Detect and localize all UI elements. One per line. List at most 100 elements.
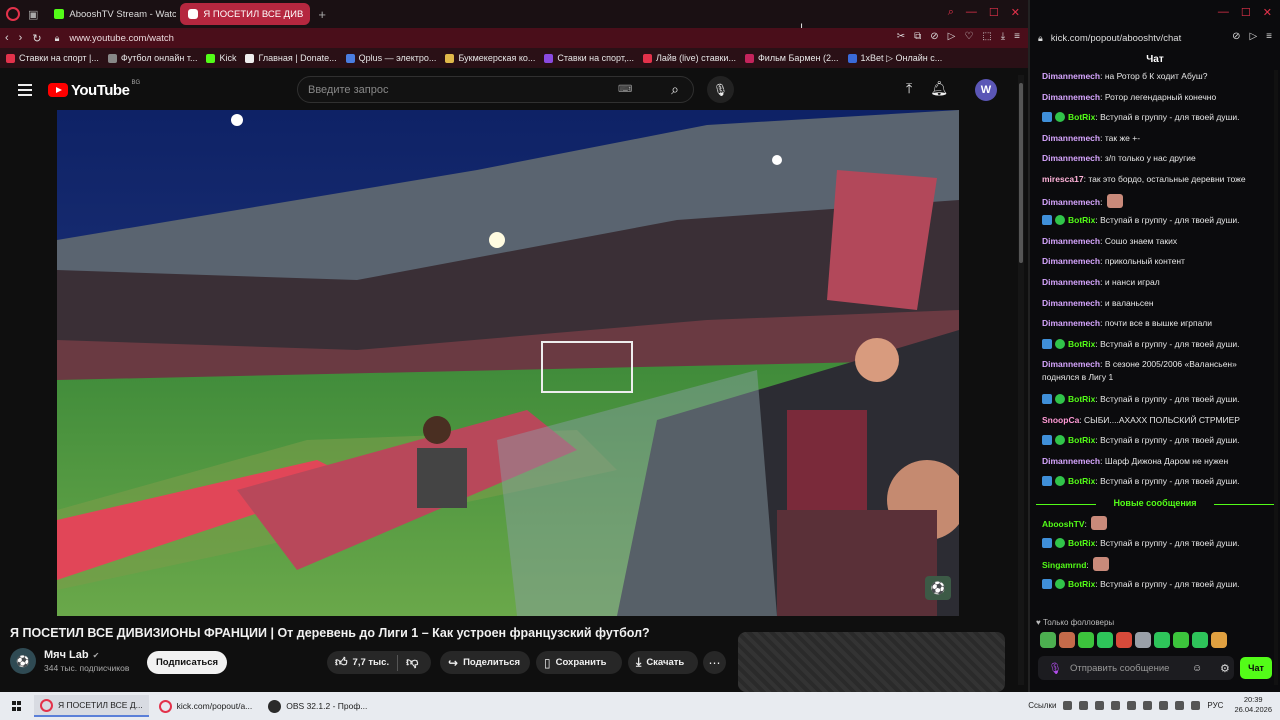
chat-message-input[interactable]	[1069, 662, 1188, 674]
minimize-icon[interactable]: —	[966, 6, 977, 19]
emote-icon[interactable]	[1040, 632, 1056, 648]
tab-kick-stream[interactable]: AbooshTV Stream - Watch	[46, 3, 176, 25]
hamburger-menu-icon[interactable]	[18, 84, 32, 96]
emote-icon[interactable]	[1078, 632, 1094, 648]
chat-username[interactable]: BotRix	[1068, 435, 1095, 445]
language-indicator[interactable]: РУС	[1207, 701, 1223, 710]
maximize-icon[interactable]: ☐	[1241, 6, 1251, 19]
minimize-icon[interactable]: —	[1218, 6, 1229, 19]
adblock-icon[interactable]: ⊘	[930, 31, 938, 42]
page-scrollbar[interactable]	[1018, 75, 1024, 685]
tray-app-icon[interactable]	[1079, 700, 1089, 710]
chat-username[interactable]: Dimannemech	[1042, 133, 1100, 143]
emote-icon[interactable]	[1211, 632, 1227, 648]
emote-icon[interactable]	[1059, 632, 1075, 648]
emote-icon[interactable]	[1116, 632, 1132, 648]
channel-watermark-icon[interactable]: ⚽	[925, 576, 951, 600]
close-icon[interactable]: ✕	[1263, 6, 1272, 19]
channel-avatar[interactable]: ⚽	[10, 648, 36, 674]
taskbar-item-youtube[interactable]: Я ПОСЕТИЛ ВСЕ Д...	[34, 695, 149, 717]
save-button[interactable]: ▯ Сохранить	[536, 651, 622, 674]
tray-app-icon[interactable]	[1159, 700, 1169, 710]
emote-icon[interactable]	[1135, 632, 1151, 648]
chat-message[interactable]: BotRix: Вступай в группу - для твоей душ…	[1042, 393, 1274, 406]
emoji-picker-icon[interactable]: ☺	[1192, 663, 1202, 674]
url-field[interactable]: www.youtube.com/watch	[69, 33, 174, 44]
chat-message[interactable]: Dimannemech: почти все в вышке игрпали	[1042, 317, 1274, 330]
download-button[interactable]: ⤓ Скачать	[628, 651, 698, 674]
chat-username[interactable]: BotRix	[1068, 538, 1095, 548]
tray-app-icon[interactable]	[1111, 700, 1121, 710]
emote-icon[interactable]	[1154, 632, 1170, 648]
chat-username[interactable]: Dimannemech	[1042, 236, 1100, 246]
chat-message[interactable]: BotRix: Вступай в группу - для твоей душ…	[1042, 537, 1274, 550]
chat-message[interactable]: BotRix: Вступай в группу - для твоей душ…	[1042, 338, 1274, 351]
thumbs-down-icon[interactable]: 👎︎	[406, 655, 418, 670]
chat-username[interactable]: BotRix	[1068, 579, 1095, 589]
emote-icon[interactable]	[1192, 632, 1208, 648]
chat-message[interactable]: Dimannemech: В сезоне 2005/2006 «Валансь…	[1042, 358, 1274, 384]
account-avatar[interactable]: W	[975, 79, 997, 101]
chat-username[interactable]: Dimannemech	[1042, 277, 1100, 287]
bookmark-item[interactable]: Kick	[206, 53, 236, 63]
tray-app-icon[interactable]	[1143, 700, 1153, 710]
links-toolbar[interactable]: Ссылки	[1028, 701, 1056, 710]
chat-username[interactable]: BotRix	[1068, 215, 1095, 225]
chat-username[interactable]: Dimannemech	[1042, 197, 1100, 207]
tab-youtube-video[interactable]: Я ПОСЕТИЛ ВСЕ ДИВ	[180, 3, 311, 25]
new-tab-plus-icon[interactable]: +	[318, 7, 326, 22]
video-player[interactable]: ⚽	[57, 110, 959, 616]
chat-messages[interactable]: Dimannemech: на Ротор б К ходит Абуш? Dim…	[1030, 70, 1280, 610]
chat-username[interactable]: BotRix	[1068, 394, 1095, 404]
chat-username[interactable]: Dimannemech	[1042, 318, 1100, 328]
chat-username[interactable]: SnoopCa	[1042, 415, 1079, 425]
bookmark-item[interactable]: Букмекерская ко...	[445, 53, 535, 63]
network-icon[interactable]	[1191, 700, 1201, 710]
chat-message[interactable]: Dimannemech: з/п только у нас другие	[1042, 152, 1274, 165]
keyboard-icon[interactable]: ⌨	[618, 84, 632, 95]
search-tabs-icon[interactable]: ⌕	[948, 6, 954, 19]
windows-start-icon[interactable]	[12, 701, 22, 711]
opera-logo-icon[interactable]	[6, 7, 20, 21]
close-icon[interactable]: ✕	[1011, 6, 1020, 19]
chat-message[interactable]: Dimannemech: и валаньсен	[1042, 297, 1274, 310]
bookmark-item[interactable]: Лайв (live) ставки...	[642, 53, 736, 63]
upload-icon[interactable]: ⤒	[906, 80, 912, 97]
more-actions-icon[interactable]: ⋯	[703, 651, 726, 674]
volume-icon[interactable]	[1175, 700, 1185, 710]
bookmark-item[interactable]: Главная | Donate...	[245, 53, 337, 63]
chat-message[interactable]: BotRix: Вступай в группу - для твоей душ…	[1042, 111, 1274, 124]
voice-search-button[interactable]: 🎙︎	[707, 76, 734, 103]
chat-username[interactable]: miresca17	[1042, 174, 1084, 184]
like-count[interactable]: 7,7 тыс.	[353, 657, 390, 668]
bookmark-item[interactable]: Ставки на спорт,...	[544, 53, 634, 63]
reload-icon[interactable]: ↻	[32, 32, 41, 45]
recommended-video-thumbnail[interactable]	[738, 632, 1005, 692]
chat-username[interactable]: Dimannemech	[1042, 153, 1100, 163]
chat-username[interactable]: BotRix	[1068, 339, 1095, 349]
send-icon[interactable]: ▷	[1249, 31, 1257, 42]
chat-username[interactable]: Dimannemech	[1042, 256, 1100, 266]
chat-username[interactable]: Dimannemech	[1042, 71, 1100, 81]
chat-message[interactable]: BotRix: Вступай в группу - для твоей душ…	[1042, 214, 1274, 227]
subscribe-button[interactable]: Подписаться	[147, 651, 227, 674]
chat-message[interactable]: BotRix: Вступай в группу - для твоей душ…	[1042, 475, 1274, 488]
chat-message[interactable]: miresca17: так это бордо, остальные дере…	[1042, 173, 1274, 186]
bookmark-item[interactable]: Ставки на спорт |...	[6, 53, 99, 63]
tray-app-icon[interactable]	[1127, 700, 1137, 710]
chat-username[interactable]: Dimannemech	[1042, 298, 1100, 308]
chat-username[interactable]: BotRix	[1068, 112, 1095, 122]
adblock-icon[interactable]: ⊘	[1232, 31, 1240, 42]
chat-message[interactable]: AbooshTV:	[1042, 516, 1274, 531]
new-messages-divider[interactable]: Новые сообщения	[1036, 498, 1274, 510]
emote-icon[interactable]	[1173, 632, 1189, 648]
back-icon[interactable]: ‹	[5, 32, 9, 44]
chat-message[interactable]: Dimannemech: Сошо знаем таких	[1042, 235, 1274, 248]
heart-icon[interactable]: ♡	[964, 31, 973, 42]
taskbar-item-obs[interactable]: OBS 32.1.2 - Проф...	[262, 695, 373, 717]
search-button[interactable]: ⌕	[657, 77, 693, 102]
menu-icon[interactable]: ≡	[1266, 31, 1272, 42]
channel-info[interactable]: ⚽ Мяч Lab ✔ 344 тыс. подписчиков	[10, 648, 129, 674]
thumbs-up-icon[interactable]: 👍︎	[335, 655, 348, 670]
channel-name[interactable]: Мяч Lab	[44, 649, 89, 661]
